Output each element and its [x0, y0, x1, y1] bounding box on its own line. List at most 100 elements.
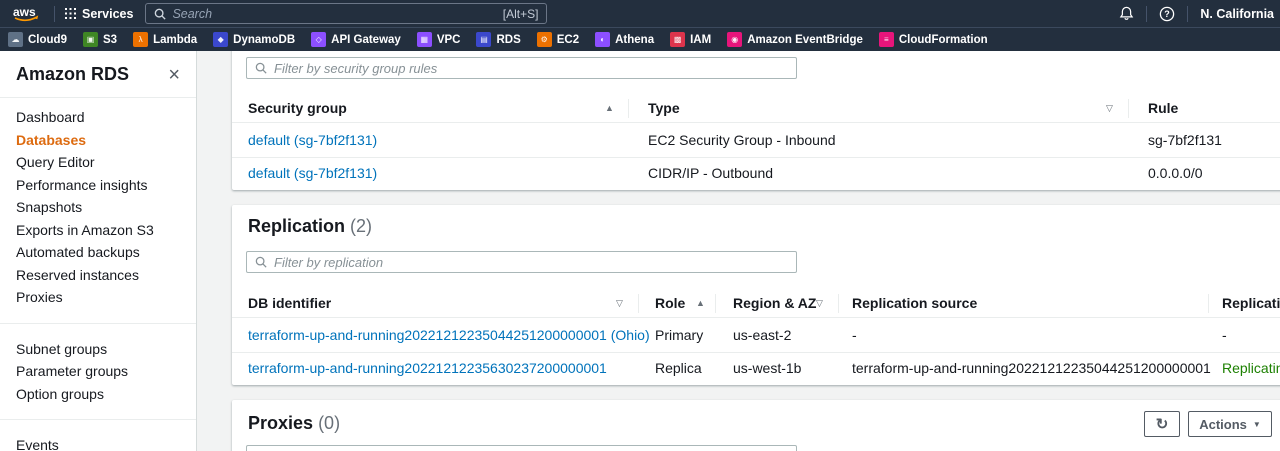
sidebar-item-events[interactable]: Events [0, 434, 196, 451]
role-cell: Primary [655, 327, 704, 343]
search-icon [155, 8, 167, 20]
cloud9-icon: ☁ [8, 32, 23, 47]
column-header-db-identifier[interactable]: DB identifier [248, 289, 331, 318]
dynamodb-icon: ◆ [213, 32, 229, 47]
vpc-icon: ▦ [416, 32, 432, 47]
sidebar-item-databases[interactable]: Databases [0, 129, 196, 152]
column-divider [1208, 294, 1209, 313]
security-group-filter-input[interactable] [274, 60, 788, 76]
role-cell: Replica [655, 360, 702, 376]
services-menu-button[interactable]: Services [65, 7, 133, 21]
column-divider [638, 294, 639, 313]
replication-state-cell: - [1222, 327, 1227, 343]
sidebar-item-query-editor[interactable]: Query Editor [0, 151, 196, 174]
column-header-rule[interactable]: Rule [1148, 94, 1178, 123]
favorite-ec2[interactable]: ⚙ EC2 [536, 32, 579, 47]
rule-cell: sg-7bf2f131 [1148, 132, 1222, 148]
sidebar-divider [0, 322, 196, 324]
favorite-cloudformation[interactable]: ≡ CloudFormation [878, 32, 988, 47]
security-groups-card: Security group ▲ Type ▽ Rule default (sg… [232, 51, 1280, 190]
favorite-eventbridge[interactable]: ◉ Amazon EventBridge [727, 32, 863, 47]
replication-filter-input[interactable] [274, 254, 788, 270]
db-identifier-link[interactable]: terraform-up-and-running2022121223563023… [248, 353, 607, 384]
sidebar-item-proxies[interactable]: Proxies [0, 286, 196, 309]
sidebar-item-dashboard[interactable]: Dashboard [0, 106, 196, 129]
notifications-bell-icon[interactable] [1119, 6, 1134, 21]
refresh-button[interactable]: ↻ [1144, 411, 1180, 437]
actions-button[interactable]: Actions ▼ [1188, 411, 1272, 437]
favorite-s3[interactable]: ▣ S3 [82, 32, 117, 47]
column-divider [715, 294, 716, 313]
favorite-cloud9[interactable]: ☁ Cloud9 [8, 32, 67, 47]
replication-count: (2) [350, 216, 373, 236]
column-divider [1128, 99, 1129, 118]
column-header-replication-source[interactable]: Replication source [852, 289, 977, 318]
cloudformation-icon: ≡ [878, 32, 894, 47]
favorite-api-gateway[interactable]: ◇ API Gateway [311, 32, 401, 47]
sidebar-divider [0, 97, 196, 98]
security-group-link[interactable]: default (sg-7bf2f131) [248, 123, 377, 158]
db-identifier-link[interactable]: terraform-up-and-running2022121223504425… [248, 318, 650, 353]
security-group-link[interactable]: default (sg-7bf2f131) [248, 158, 377, 189]
global-search-box[interactable]: [Alt+S] [145, 3, 548, 24]
favorite-vpc[interactable]: ▦ VPC [416, 32, 460, 47]
nav-divider [54, 5, 55, 22]
column-header-type[interactable]: Type [648, 94, 680, 123]
proxies-card: Proxies (0) ↻ Actions ▼ [232, 400, 1280, 451]
sort-asc-icon[interactable]: ▲ [605, 94, 614, 123]
api-gateway-icon: ◇ [311, 32, 327, 47]
proxies-section-title: Proxies (0) [248, 413, 341, 433]
rule-cell: 0.0.0.0/0 [1148, 165, 1203, 181]
sidebar-item-parameter-groups[interactable]: Parameter groups [0, 360, 196, 383]
replication-filter[interactable] [246, 251, 797, 273]
favorite-lambda[interactable]: λ Lambda [133, 32, 197, 47]
sidebar-item-automated-backups[interactable]: Automated backups [0, 241, 196, 264]
nav-divider [1187, 5, 1189, 22]
column-divider [628, 99, 629, 118]
proxies-filter[interactable] [246, 445, 797, 451]
svg-text:?: ? [1165, 9, 1171, 19]
favorite-iam[interactable]: ▩ IAM [670, 32, 711, 47]
region-selector[interactable]: N. California [1200, 7, 1274, 21]
column-divider [838, 294, 839, 313]
s3-icon: ▣ [82, 32, 98, 47]
rds-sidebar: Amazon RDS × Dashboard Databases Query E… [0, 51, 197, 451]
sort-asc-icon[interactable]: ▲ [696, 289, 705, 318]
sidebar-close-icon[interactable]: × [168, 65, 180, 85]
column-header-replication-state[interactable]: Replication [1222, 289, 1280, 318]
sidebar-title: Amazon RDS [16, 64, 130, 84]
table-row: terraform-up-and-running2022121223504425… [232, 318, 1280, 353]
search-input[interactable] [172, 6, 497, 21]
sidebar-divider [0, 419, 196, 420]
favorite-athena[interactable]: ◐ Athena [595, 32, 654, 47]
sidebar-item-exports-s3[interactable]: Exports in Amazon S3 [0, 219, 196, 242]
help-icon[interactable]: ? [1159, 6, 1175, 22]
aws-logo[interactable]: aws [10, 4, 44, 24]
sort-desc-icon[interactable]: ▽ [1106, 94, 1113, 123]
sidebar-item-option-groups[interactable]: Option groups [0, 383, 196, 406]
favorite-dynamodb[interactable]: ◆ DynamoDB [213, 32, 295, 47]
nav-divider [1146, 5, 1148, 22]
sidebar-item-performance-insights[interactable]: Performance insights [0, 174, 196, 197]
replication-section-title: Replication (2) [248, 216, 373, 236]
column-header-security-group[interactable]: Security group [248, 94, 347, 123]
sidebar-item-reserved-instances[interactable]: Reserved instances [0, 264, 196, 287]
main-content: Security group ▲ Type ▽ Rule default (sg… [197, 51, 1280, 451]
region-az-cell: us-west-1b [733, 360, 802, 376]
favorite-rds[interactable]: ▤ RDS [476, 32, 521, 47]
search-shortcut-hint: [Alt+S] [502, 6, 539, 21]
replication-card: Replication (2) DB identifier ▽ Role ▲ R… [232, 205, 1280, 385]
replication-source-cell: - [852, 327, 857, 343]
ec2-icon: ⚙ [536, 32, 552, 47]
services-label: Services [82, 6, 134, 21]
sort-desc-icon[interactable]: ▽ [816, 289, 823, 318]
sort-desc-icon[interactable]: ▽ [616, 289, 623, 318]
column-header-region-az[interactable]: Region & AZ [733, 289, 816, 318]
rds-icon: ▤ [476, 32, 492, 47]
lambda-icon: λ [133, 32, 149, 47]
column-header-role[interactable]: Role [655, 289, 685, 318]
sidebar-item-subnet-groups[interactable]: Subnet groups [0, 338, 196, 361]
sidebar-item-snapshots[interactable]: Snapshots [0, 196, 196, 219]
security-group-filter[interactable] [246, 57, 797, 79]
table-row: default (sg-7bf2f131) CIDR/IP - Outbound… [232, 158, 1280, 189]
